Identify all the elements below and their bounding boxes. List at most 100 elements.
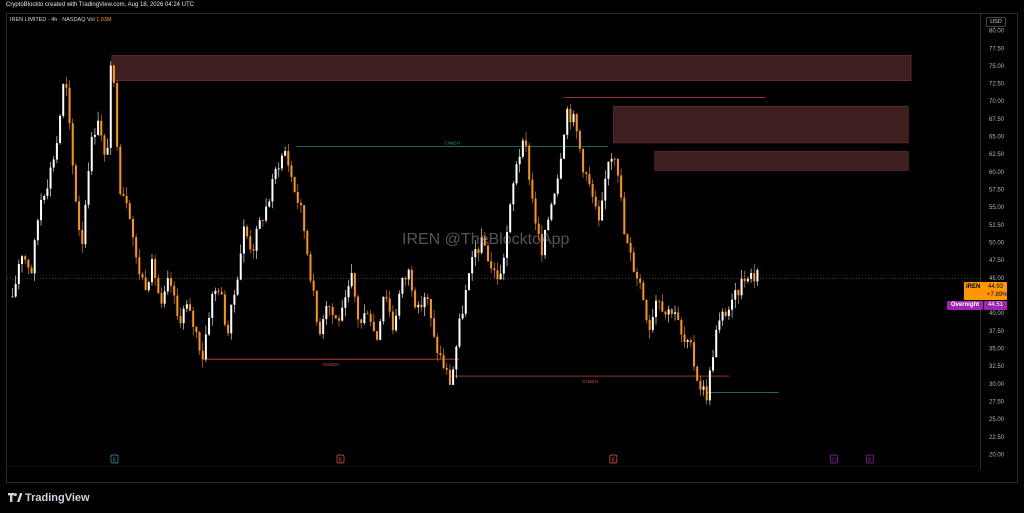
last-price-change: +7.89%	[987, 292, 1008, 298]
overnight-value: 44.51	[984, 301, 1007, 310]
candle-body	[217, 290, 220, 292]
candle-body	[731, 299, 734, 310]
candle-body	[623, 197, 626, 235]
candle-body	[502, 257, 505, 274]
tradingview-logo-icon	[8, 493, 23, 502]
candle-body	[477, 249, 480, 253]
candle-body	[195, 326, 198, 333]
candle-body	[43, 195, 46, 200]
candle-body	[724, 311, 727, 317]
last-price-symbol: IREN	[966, 284, 981, 290]
price-axis[interactable]: 20.00 22.50 25.00 27.50 30.00 32.50 35.00 37.50…	[980, 14, 1017, 470]
candle-body	[578, 131, 581, 149]
candle-body	[185, 304, 188, 309]
candle-body	[559, 158, 562, 179]
candle-body	[78, 201, 81, 231]
candle-body	[246, 226, 249, 237]
candle-body	[518, 156, 521, 165]
candle-body	[404, 277, 407, 280]
candle-body	[458, 318, 461, 347]
candle-body	[261, 220, 264, 222]
candle-body	[699, 380, 702, 390]
candle-body	[30, 267, 33, 274]
candle-body	[189, 304, 192, 311]
price-axis-tick-label: 70.00	[989, 99, 1005, 105]
price-axis-tick-label: 75.00	[989, 64, 1005, 70]
candle-body	[626, 234, 629, 243]
candle-body	[452, 369, 455, 385]
candle-body	[689, 340, 692, 343]
supply-zone	[111, 55, 912, 82]
candle-body	[429, 299, 432, 319]
candle-body	[734, 290, 737, 300]
candle-body	[315, 290, 318, 322]
candle-body	[414, 290, 417, 308]
price-axis-tick-label: 25.00	[989, 417, 1005, 423]
candle-body	[150, 259, 153, 283]
candle-body	[379, 321, 382, 340]
price-axis-tick-label: 80.00	[989, 29, 1005, 35]
candle-body	[664, 311, 667, 315]
candle-body	[566, 108, 569, 135]
candle-body	[166, 278, 169, 292]
price-axis-tick-label: 40.00	[989, 311, 1005, 317]
top-bar: CryptoBlockto created with TradingView.c…	[0, 0, 1024, 13]
candle-body	[93, 134, 96, 137]
candle-body	[265, 206, 268, 221]
candle-body	[455, 346, 458, 370]
candle-body	[572, 114, 575, 123]
candle-body	[677, 312, 680, 320]
candle-body	[474, 249, 477, 258]
symbol-legend[interactable]: IREN LIMITED · 4h · NASDAQ Vol 1.03M	[10, 17, 112, 23]
candle-body	[661, 301, 664, 312]
candle-body	[426, 297, 429, 300]
candle-body	[588, 174, 591, 184]
candle-body	[103, 135, 106, 155]
event-marker-label: E	[339, 458, 343, 464]
tradingview-logo[interactable]: TradingView	[8, 492, 90, 504]
candle-body	[87, 171, 90, 205]
candle-body	[591, 183, 594, 197]
candle-body	[239, 253, 242, 280]
candle-body	[363, 313, 366, 324]
overnight-label: Overnight	[947, 301, 983, 310]
candle-body	[11, 296, 14, 298]
candle-body	[642, 282, 645, 301]
candle-body	[274, 168, 277, 180]
candle-body	[182, 308, 185, 324]
tradingview-logo-text: TradingView	[25, 492, 90, 504]
candle-body	[280, 155, 283, 169]
candle-body	[632, 252, 635, 272]
candle-body	[645, 300, 648, 320]
structure-level-label: CHoCH	[323, 362, 339, 367]
candle-body	[52, 159, 55, 168]
candle-body	[296, 191, 299, 203]
time-axis: OctNovDec2026FebMarAprMayJunJulAugSep	[7, 465, 980, 467]
candle-body	[271, 179, 274, 202]
candle-body	[125, 195, 128, 204]
candle-body	[299, 202, 302, 206]
candle-body	[236, 279, 239, 295]
candle-body	[667, 309, 670, 315]
candle-body	[154, 259, 157, 278]
candle-body	[144, 277, 147, 291]
candle-body	[347, 286, 350, 298]
candle-body	[569, 108, 572, 123]
candle-body	[176, 295, 179, 317]
candle-body	[128, 203, 131, 220]
candle-body	[585, 172, 588, 175]
candle-body	[718, 320, 721, 330]
candle-body	[515, 164, 518, 184]
candle-body	[635, 271, 638, 279]
candle-body	[464, 290, 467, 314]
candle-body	[702, 386, 705, 390]
candle-body	[550, 204, 553, 220]
candle-body	[17, 263, 20, 284]
candle-body	[71, 123, 74, 166]
candle-body	[490, 261, 493, 269]
candle-body	[242, 226, 245, 254]
candle-body	[233, 294, 236, 305]
watermark: IREN @TheBlocktoApp	[402, 231, 570, 248]
candle-body	[230, 304, 233, 334]
currency-badge[interactable]: USD	[986, 17, 1006, 27]
